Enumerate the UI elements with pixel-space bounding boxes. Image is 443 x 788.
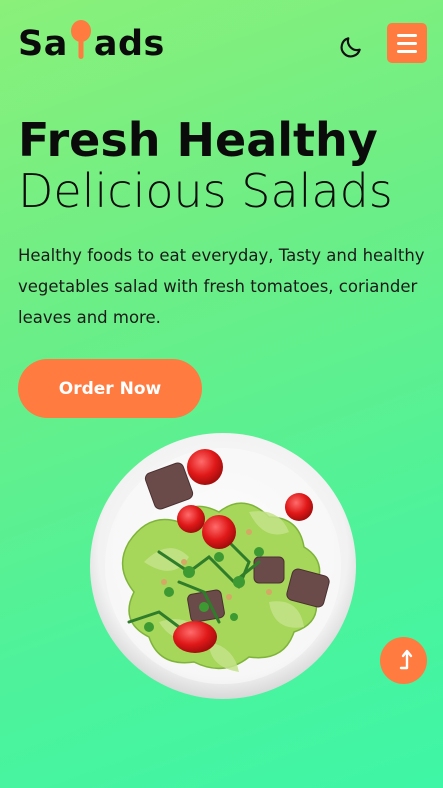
arrow-up-icon: [395, 648, 413, 674]
hero-title-line-1: Fresh Healthy: [18, 113, 378, 167]
site-header: Sa ads: [0, 0, 443, 90]
menu-button[interactable]: [387, 23, 427, 63]
hero-title-line-2: Delicious Salads: [18, 164, 393, 218]
order-now-button[interactable]: Order Now: [18, 359, 202, 418]
logo-text-prefix: Sa: [18, 24, 68, 64]
spoon-icon: [70, 20, 92, 60]
logo-text-suffix: ads: [93, 24, 165, 64]
logo[interactable]: Sa ads: [18, 20, 165, 64]
hamburger-icon-bar: [397, 33, 417, 37]
hamburger-icon-bar: [397, 49, 417, 53]
hero-description: Healthy foods to eat everyday, Tasty and…: [18, 246, 425, 327]
hamburger-icon-bar: [397, 41, 417, 45]
moon-icon[interactable]: [338, 34, 364, 60]
salad-image: [89, 432, 357, 700]
scroll-to-top-button[interactable]: [380, 637, 427, 684]
